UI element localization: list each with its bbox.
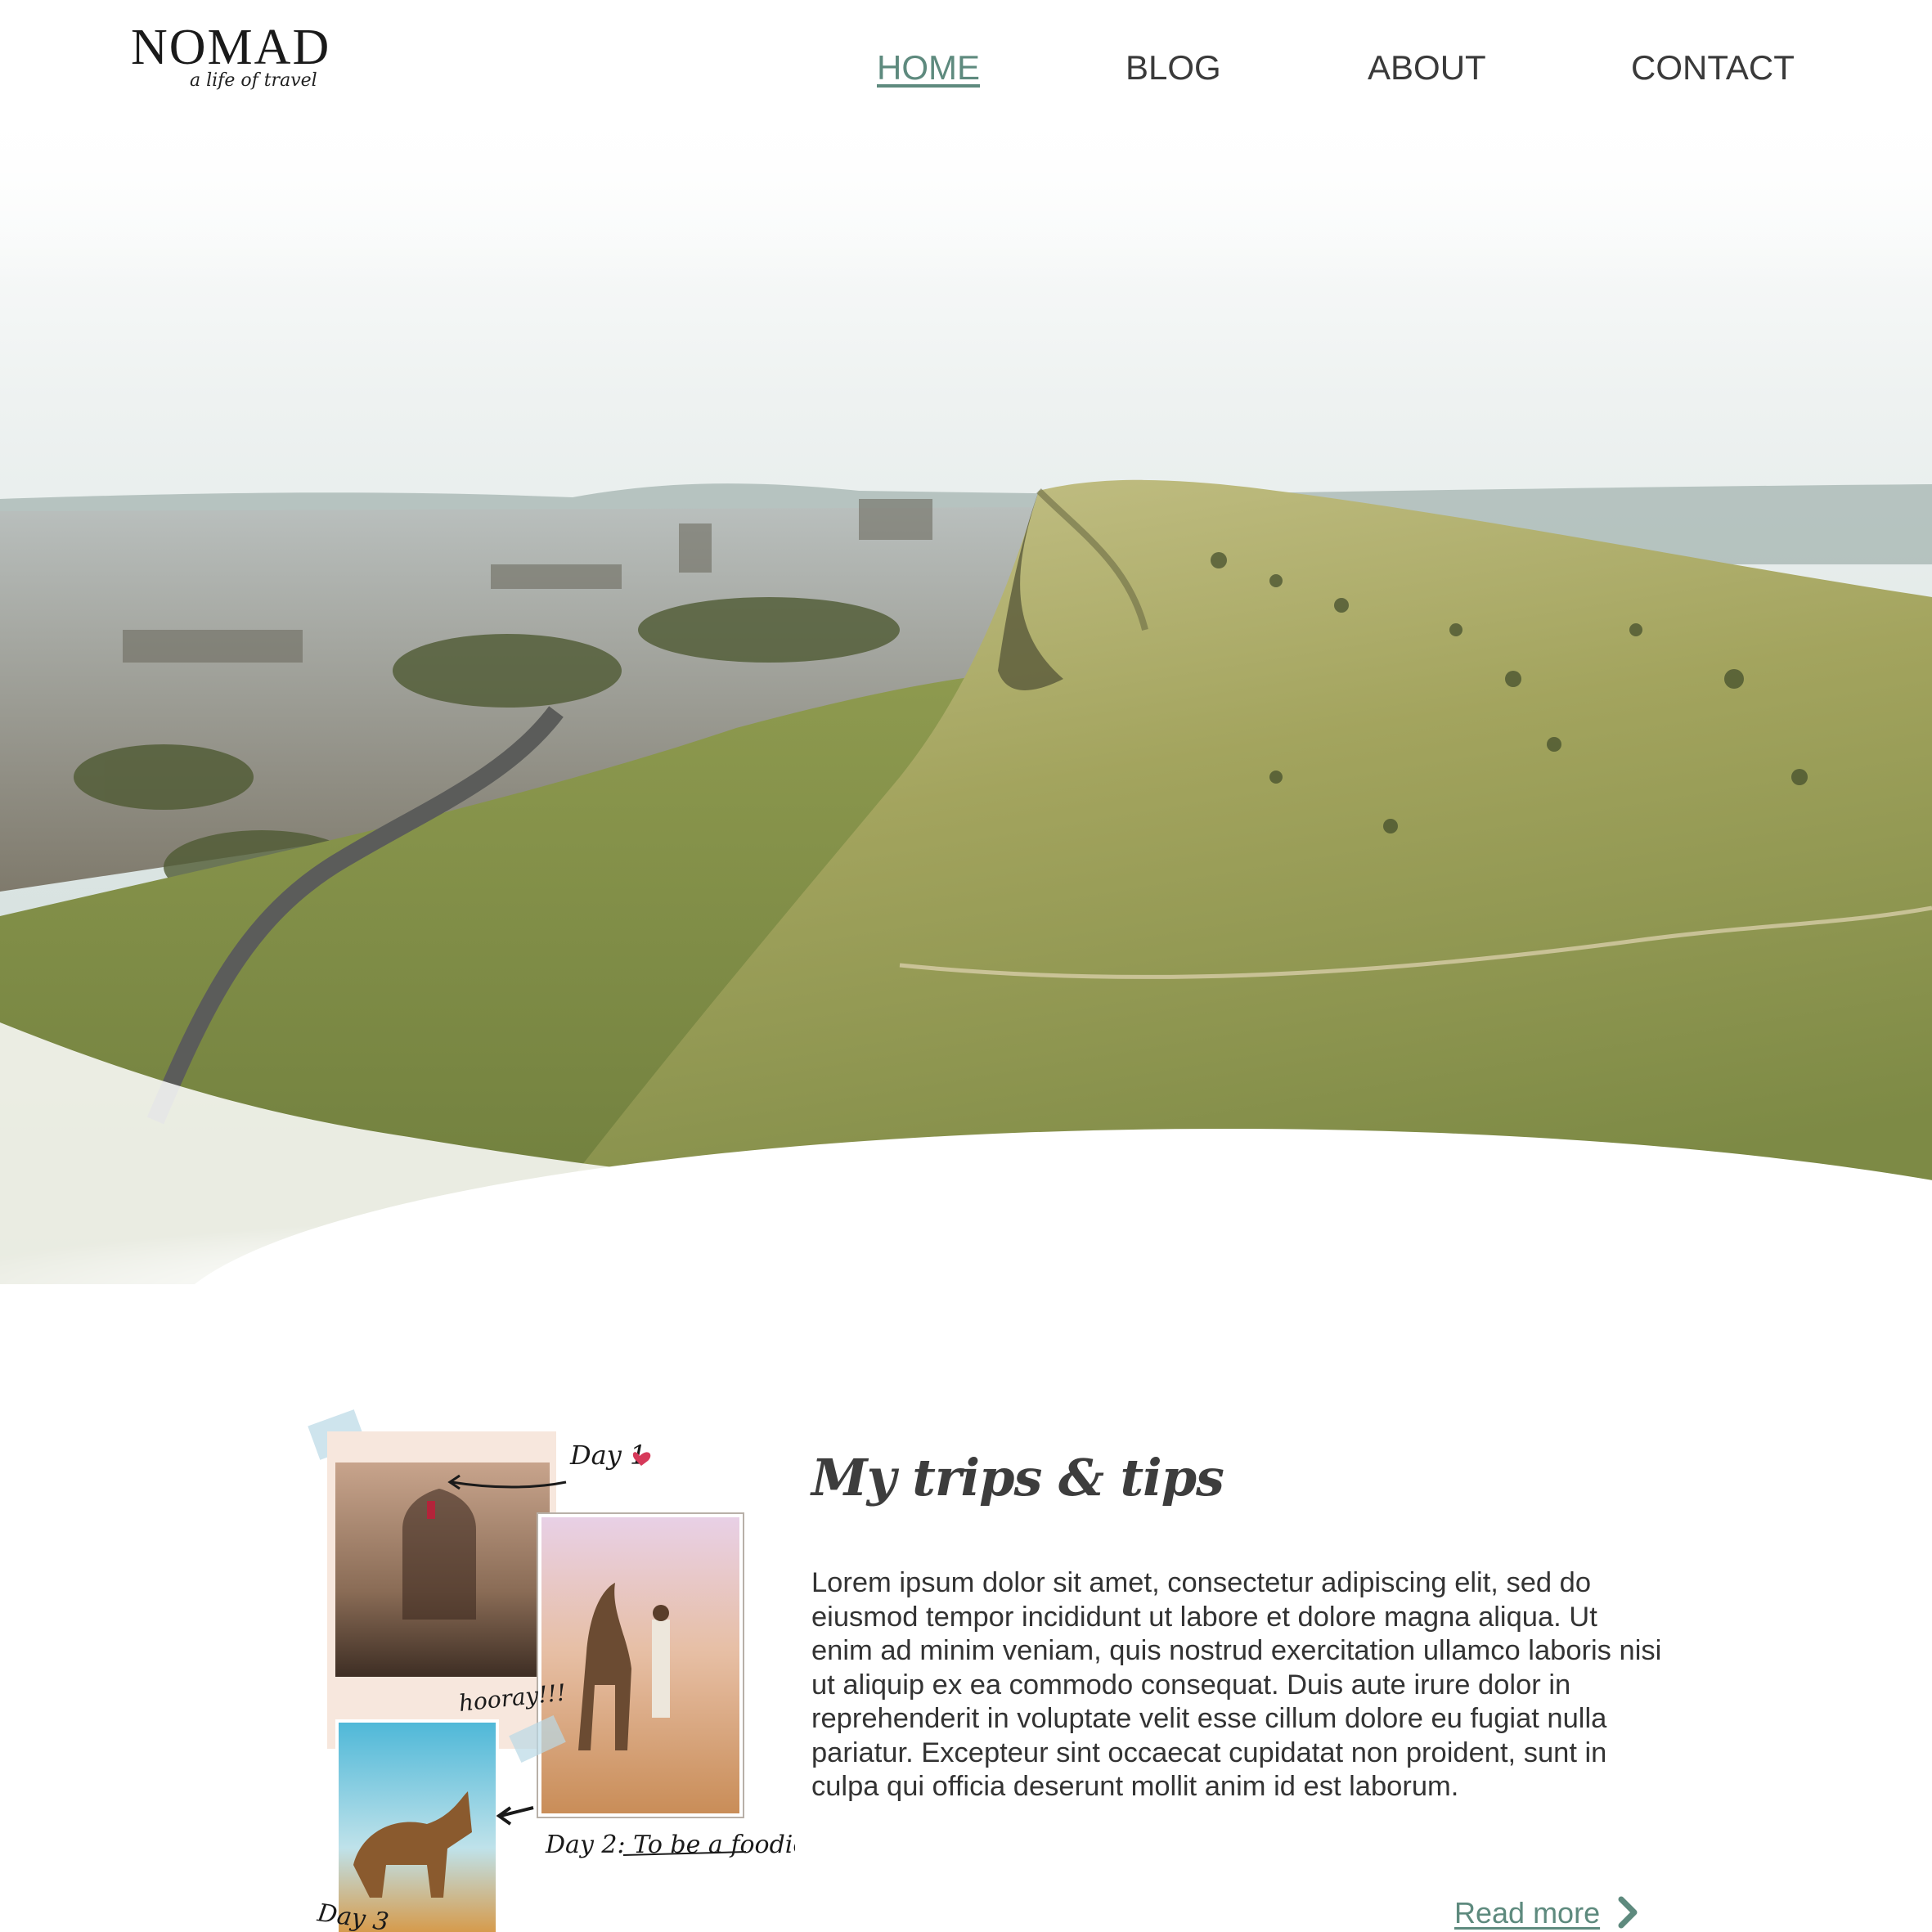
nav-about[interactable]: ABOUT — [1368, 47, 1486, 88]
article-title: My trips & tips — [811, 1448, 1224, 1507]
article-body: Lorem ipsum dolor sit amet, consectetur … — [811, 1567, 1662, 1802]
note-day2: Day 2: To be a foodie — [545, 1831, 795, 1859]
hero-landscape — [0, 106, 1932, 1284]
photo-collage: Day 1 hooray!!! Day 2: To be a foodie Da… — [304, 1407, 807, 1932]
chevron-right-icon[interactable] — [1616, 1894, 1639, 1930]
read-more-link[interactable]: Read more — [1454, 1896, 1600, 1930]
nav-blog[interactable]: BLOG — [1126, 47, 1221, 88]
main-nav: HOME BLOG ABOUT CONTACT — [0, 47, 1932, 97]
collage-graphic: Day 1 hooray!!! Day 2: To be a foodie Da… — [308, 1409, 807, 1932]
hero-image — [0, 106, 1932, 1284]
nav-contact[interactable]: CONTACT — [1631, 47, 1795, 88]
nav-home[interactable]: HOME — [877, 47, 980, 88]
